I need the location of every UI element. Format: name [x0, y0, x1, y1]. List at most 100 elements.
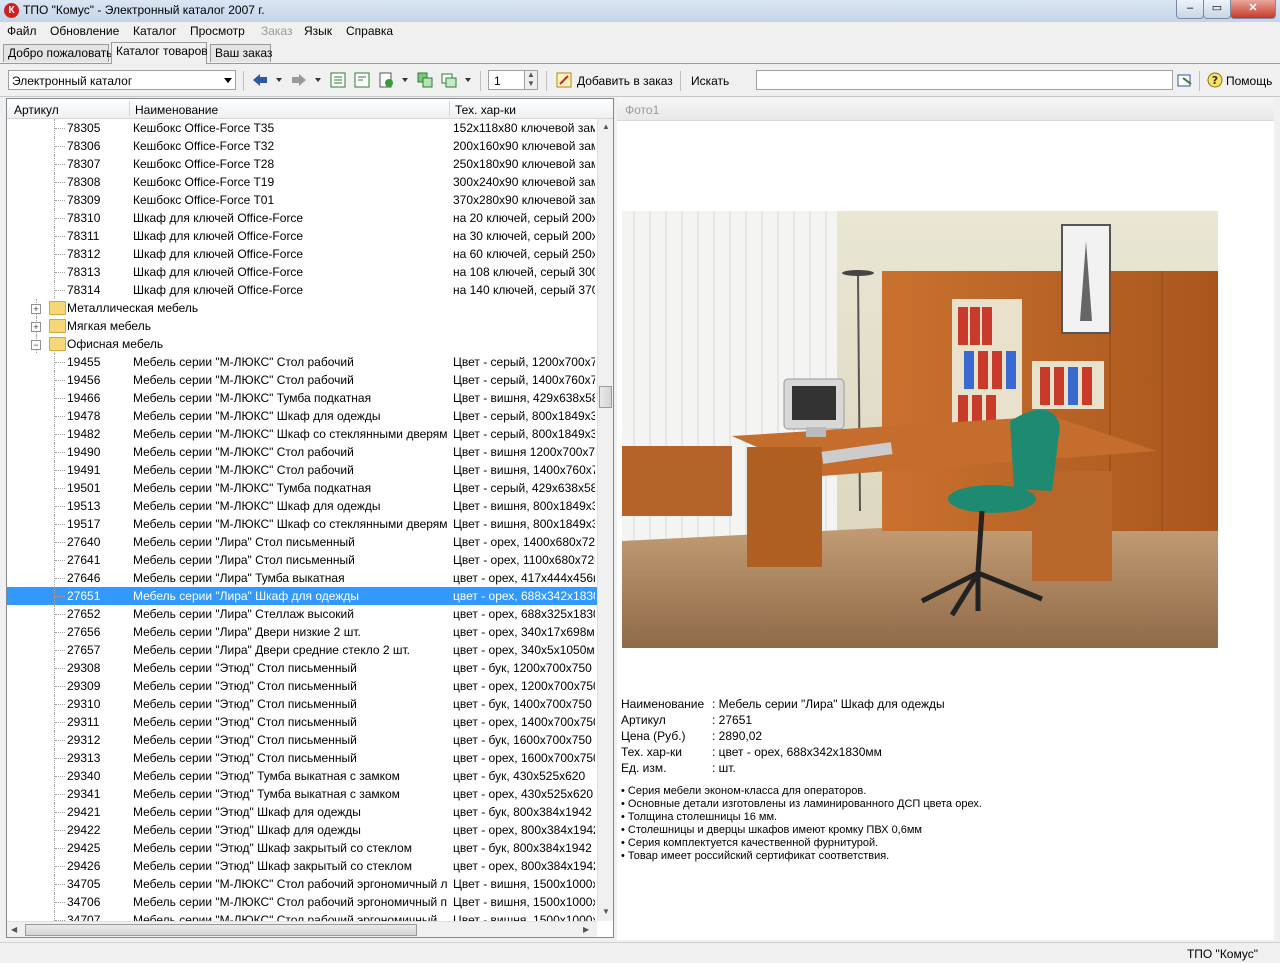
- add-to-order-button[interactable]: Добавить в заказ: [577, 74, 673, 88]
- close-button[interactable]: ✕: [1230, 0, 1276, 19]
- windows-icon[interactable]: [441, 72, 457, 88]
- column-divider[interactable]: [449, 101, 450, 116]
- horizontal-scroll-thumb[interactable]: [25, 924, 417, 936]
- menu-update[interactable]: Обновление: [50, 24, 119, 38]
- menu-catalog[interactable]: Каталог: [133, 24, 177, 38]
- tree-group-row[interactable]: + Металлическая мебель: [7, 299, 597, 317]
- menu-view[interactable]: Просмотр: [190, 24, 245, 38]
- tree-group-row[interactable]: − Офисная мебель: [7, 335, 597, 353]
- search-go-icon[interactable]: [1177, 72, 1193, 88]
- tab-your-order[interactable]: Ваш заказ: [210, 44, 272, 62]
- search-input[interactable]: [756, 70, 1173, 90]
- table-row[interactable]: 19501 Мебель серии "М-ЛЮКС" Тумба подкатн…: [7, 479, 597, 497]
- vertical-scrollbar[interactable]: ▲ ▼: [597, 119, 613, 921]
- document-dropdown-icon[interactable]: [402, 78, 408, 82]
- table-row[interactable]: 19491 Мебель серии "М-ЛЮКС" Стол рабочий Ц…: [7, 461, 597, 479]
- forward-dropdown-icon[interactable]: [315, 78, 321, 82]
- minimize-button[interactable]: –: [1176, 0, 1204, 19]
- column-divider[interactable]: [129, 101, 130, 116]
- table-row[interactable]: 78314 Шкаф для ключей Office-Force на 140 …: [7, 281, 597, 299]
- quantity-stepper[interactable]: 1 ▲ ▼: [488, 70, 538, 90]
- table-row-selected[interactable]: 27651 Мебель серии "Лира" Шкаф для одежды…: [7, 587, 597, 605]
- document-icon[interactable]: [378, 72, 394, 88]
- catalog-select[interactable]: Электронный каталог: [8, 70, 236, 90]
- table-row[interactable]: 27652 Мебель серии "Лира" Стеллаж высокий…: [7, 605, 597, 623]
- table-row[interactable]: 78308 Кешбокс Office-Force T19 300x240x90 …: [7, 173, 597, 191]
- column-header-article[interactable]: Артикул: [14, 103, 59, 117]
- table-row[interactable]: 29421 Мебель серии "Этюд" Шкаф для одежды…: [7, 803, 597, 821]
- table-row[interactable]: 29308 Мебель серии "Этюд" Стол письменный…: [7, 659, 597, 677]
- column-header-name[interactable]: Наименование: [135, 103, 218, 117]
- table-row[interactable]: 78311 Шкаф для ключей Office-Force на 30 к…: [7, 227, 597, 245]
- cell-name: Мебель серии "Лира" Стол письменный: [133, 535, 355, 549]
- menu-file[interactable]: Файл: [7, 24, 37, 38]
- table-row[interactable]: 27657 Мебель серии "Лира" Двери средние с…: [7, 641, 597, 659]
- menu-language[interactable]: Язык: [304, 24, 332, 38]
- table-row[interactable]: 27640 Мебель серии "Лира" Стол письменный…: [7, 533, 597, 551]
- expand-all-icon[interactable]: [330, 72, 346, 88]
- stepper-up-icon[interactable]: ▲: [527, 70, 535, 79]
- table-row[interactable]: 19490 Мебель серии "М-ЛЮКС" Стол рабочий Ц…: [7, 443, 597, 461]
- scroll-down-icon[interactable]: ▼: [602, 907, 610, 916]
- table-row[interactable]: 29312 Мебель серии "Этюд" Стол письменный…: [7, 731, 597, 749]
- tree-expander-icon[interactable]: +: [31, 304, 41, 314]
- help-icon[interactable]: ?: [1207, 72, 1223, 88]
- toolbar: Электронный каталог 1 ▲ ▼ Добавить в зак…: [0, 66, 1280, 97]
- back-arrow-icon[interactable]: [252, 72, 268, 88]
- table-row[interactable]: 27641 Мебель серии "Лира" Стол письменный…: [7, 551, 597, 569]
- table-row[interactable]: 29313 Мебель серии "Этюд" Стол письменный…: [7, 749, 597, 767]
- stepper-down-icon[interactable]: ▼: [527, 79, 535, 88]
- table-row[interactable]: 29310 Мебель серии "Этюд" Стол письменный…: [7, 695, 597, 713]
- table-row[interactable]: 19456 Мебель серии "М-ЛЮКС" Стол рабочий Ц…: [7, 371, 597, 389]
- forward-arrow-icon[interactable]: [291, 72, 307, 88]
- tab-catalog[interactable]: Каталог товаров: [111, 42, 208, 64]
- table-row[interactable]: 78312 Шкаф для ключей Office-Force на 60 к…: [7, 245, 597, 263]
- table-row[interactable]: 78310 Шкаф для ключей Office-Force на 20 к…: [7, 209, 597, 227]
- maximize-button[interactable]: ▭: [1203, 0, 1231, 19]
- table-row[interactable]: 29426 Мебель серии "Этюд" Шкаф закрытый с…: [7, 857, 597, 875]
- table-row[interactable]: 78305 Кешбокс Office-Force T35 152x118x80 …: [7, 119, 597, 137]
- table-row[interactable]: 27646 Мебель серии "Лира" Тумба выкатная ц…: [7, 569, 597, 587]
- table-row[interactable]: 27656 Мебель серии "Лира" Двери низкие 2 …: [7, 623, 597, 641]
- tree-expander-icon[interactable]: +: [31, 322, 41, 332]
- add-to-cart-icon[interactable]: [556, 72, 572, 88]
- table-row[interactable]: 19478 Мебель серии "М-ЛЮКС" Шкаф для одеж…: [7, 407, 597, 425]
- back-dropdown-icon[interactable]: [276, 78, 282, 82]
- table-row[interactable]: 78306 Кешбокс Office-Force T32 200x160x90 …: [7, 137, 597, 155]
- scroll-up-icon[interactable]: ▲: [602, 122, 610, 131]
- table-row[interactable]: 78309 Кешбокс Office-Force T01 370x280x90 …: [7, 191, 597, 209]
- tree-expander-icon[interactable]: −: [31, 340, 41, 350]
- windows-dropdown-icon[interactable]: [465, 78, 471, 82]
- menu-help[interactable]: Справка: [346, 24, 393, 38]
- table-row[interactable]: 78313 Шкаф для ключей Office-Force на 108 …: [7, 263, 597, 281]
- table-row[interactable]: 34705 Мебель серии "М-ЛЮКС" Стол рабочий …: [7, 875, 597, 893]
- menu-order[interactable]: Заказ: [261, 24, 292, 38]
- tab-welcome[interactable]: Добро пожаловать: [3, 44, 112, 62]
- cell-specs: Цвет - вишня 1200x700x760: [453, 445, 595, 459]
- column-header-specs[interactable]: Тех. хар-ки: [455, 103, 516, 117]
- table-row[interactable]: 19455 Мебель серии "М-ЛЮКС" Стол рабочий Ц…: [7, 353, 597, 371]
- table-row[interactable]: 34706 Мебель серии "М-ЛЮКС" Стол рабочий …: [7, 893, 597, 911]
- help-button[interactable]: Помощь: [1226, 74, 1272, 88]
- table-row[interactable]: 78307 Кешбокс Office-Force T28 250x180x90 …: [7, 155, 597, 173]
- table-row[interactable]: 19517 Мебель серии "М-ЛЮКС" Шкаф со стекл…: [7, 515, 597, 533]
- table-row[interactable]: 19513 Мебель серии "М-ЛЮКС" Шкаф для одеж…: [7, 497, 597, 515]
- scroll-right-icon[interactable]: ▶: [583, 925, 589, 934]
- table-row[interactable]: 29341 Мебель серии "Этюд" Тумба выкатная …: [7, 785, 597, 803]
- table-row[interactable]: 29425 Мебель серии "Этюд" Шкаф закрытый с…: [7, 839, 597, 857]
- copy-green-icon[interactable]: [417, 72, 433, 88]
- table-row[interactable]: 19482 Мебель серии "М-ЛЮКС" Шкаф со стекл…: [7, 425, 597, 443]
- table-row[interactable]: 29340 Мебель серии "Этюд" Тумба выкатная …: [7, 767, 597, 785]
- stepper-buttons[interactable]: ▲ ▼: [524, 70, 537, 89]
- collapse-all-icon[interactable]: [354, 72, 370, 88]
- table-row[interactable]: 34707 Мебель серии "М-ЛЮКС" Стол рабочий …: [7, 911, 597, 921]
- scroll-left-icon[interactable]: ◀: [11, 925, 17, 934]
- vertical-scroll-thumb[interactable]: [599, 386, 612, 408]
- table-row[interactable]: 29422 Мебель серии "Этюд" Шкаф для одежды…: [7, 821, 597, 839]
- table-row[interactable]: 29309 Мебель серии "Этюд" Стол письменный…: [7, 677, 597, 695]
- table-row[interactable]: 29311 Мебель серии "Этюд" Стол письменный…: [7, 713, 597, 731]
- tab-photo1[interactable]: Фото1: [625, 103, 659, 117]
- horizontal-scrollbar[interactable]: ◀ ▶: [7, 921, 597, 937]
- tree-group-row[interactable]: + Мягкая мебель: [7, 317, 597, 335]
- table-row[interactable]: 19466 Мебель серии "М-ЛЮКС" Тумба подкатн…: [7, 389, 597, 407]
